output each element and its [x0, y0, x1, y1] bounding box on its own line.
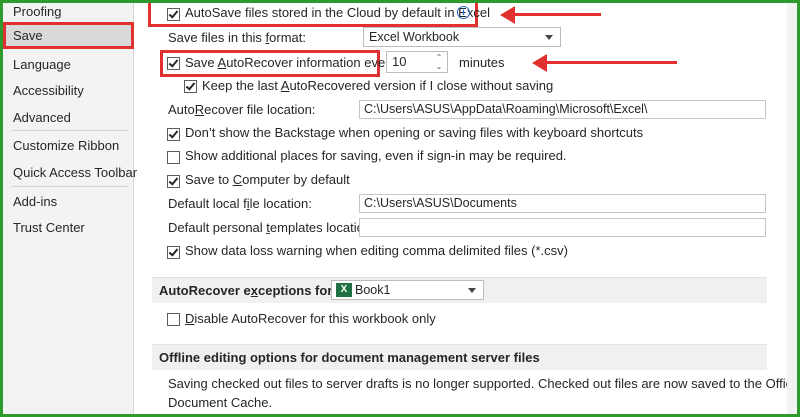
check-icon — [168, 8, 179, 19]
sidebar-item-accessibility[interactable]: Accessibility — [3, 77, 134, 104]
arrow-left-icon — [532, 54, 547, 72]
autorecover-location-label: AutoRecover file location: — [168, 102, 316, 117]
autorecover-every-label: Save AutoRecover information every — [185, 55, 397, 70]
data-loss-warning-checkbox[interactable] — [167, 246, 180, 259]
check-icon — [168, 246, 179, 257]
autorecover-every-checkbox[interactable] — [167, 57, 180, 70]
autorecover-exceptions-label: AutoRecover exceptions for: — [159, 283, 337, 298]
workbook-value: Book1 — [355, 283, 391, 297]
save-format-label: Save files in this format: — [168, 30, 307, 45]
save-to-computer-checkbox[interactable] — [167, 175, 180, 188]
keep-last-version-checkbox[interactable] — [184, 80, 197, 93]
sidebar-item-label: Quick Access Toolbar — [13, 165, 138, 180]
sidebar-item-advanced[interactable]: Advanced — [3, 104, 134, 131]
annotation-arrow-autorecover — [544, 61, 677, 64]
spinner-arrows-icon[interactable]: ⌃ ⌄ — [434, 53, 444, 71]
sidebar-item-label: Customize Ribbon — [13, 138, 120, 153]
autorecover-location-input[interactable]: C:\Users\ASUS\AppData\Roaming\Microsoft\… — [359, 100, 766, 119]
sidebar-item-add-ins[interactable]: Add-ins — [3, 188, 134, 215]
sidebar-divider — [11, 186, 129, 187]
excel-icon: X — [336, 283, 352, 297]
save-to-computer-label: Save to Computer by default — [185, 172, 350, 187]
sidebar-item-label: Accessibility — [13, 83, 84, 98]
dont-show-backstage-checkbox[interactable] — [167, 128, 180, 141]
sidebar-item-trust-center[interactable]: Trust Center — [3, 214, 134, 241]
sidebar-item-customize-ribbon[interactable]: Customize Ribbon — [3, 132, 134, 159]
check-icon — [185, 80, 196, 91]
check-icon — [168, 57, 179, 68]
check-icon — [168, 128, 179, 139]
sidebar-item-language[interactable]: Language — [3, 51, 134, 78]
sidebar-item-label: Save — [13, 28, 43, 43]
minutes-label: minutes — [459, 55, 505, 70]
sidebar-item-label: Language — [13, 57, 71, 72]
dont-show-backstage-label: Don’t show the Backstage when opening or… — [185, 125, 644, 140]
autorecover-minutes-value: 10 — [392, 54, 407, 69]
autosave-cloud-label: AutoSave files stored in the Cloud by de… — [185, 5, 490, 20]
default-local-location-input[interactable]: C:\Users\ASUS\Documents — [359, 194, 766, 213]
sidebar-item-label: Add-ins — [13, 194, 58, 209]
show-additional-places-label: Show additional places for saving, even … — [185, 148, 567, 163]
sidebar-item-label: Advanced — [13, 110, 71, 125]
disable-autorecover-checkbox[interactable] — [167, 313, 180, 326]
sidebar-item-quick-access-toolbar[interactable]: Quick Access Toolbar — [3, 159, 138, 186]
default-local-location-label: Default local file location: — [168, 196, 312, 211]
info-icon[interactable]: i — [457, 6, 470, 19]
chevron-down-icon — [545, 35, 553, 40]
save-options-panel: AutoSave files stored in the Cloud by de… — [134, 0, 800, 414]
arrow-left-icon — [500, 6, 515, 24]
check-icon — [168, 175, 179, 186]
sidebar-item-label: Trust Center — [13, 220, 85, 235]
show-additional-places-checkbox[interactable] — [167, 151, 180, 164]
workbook-select[interactable]: X Book1 — [331, 280, 484, 300]
save-format-select[interactable]: Excel Workbook — [363, 27, 561, 47]
offline-text-line1: Saving checked out files to server draft… — [168, 376, 800, 391]
sidebar-divider — [11, 130, 129, 131]
keep-last-version-label: Keep the last AutoRecovered version if I… — [202, 78, 554, 93]
offline-text-line2: Document Cache. — [168, 395, 273, 410]
vertical-scrollbar[interactable] — [787, 3, 797, 414]
data-loss-warning-label: Show data loss warning when editing comm… — [185, 243, 568, 258]
save-format-value: Excel Workbook — [369, 30, 460, 44]
autosave-cloud-checkbox[interactable] — [167, 8, 180, 21]
default-templates-location-label: Default personal templates location: — [168, 220, 375, 235]
sidebar-item-label: Proofing — [13, 4, 62, 19]
chevron-down-icon — [468, 288, 476, 293]
default-templates-location-input[interactable] — [359, 218, 766, 237]
disable-autorecover-label: Disable AutoRecover for this workbook on… — [185, 311, 436, 326]
sidebar-item-save[interactable]: Save — [3, 22, 134, 49]
options-sidebar: Proofing Save Language Accessibility Adv… — [3, 3, 138, 414]
offline-editing-header: Offline editing options for document man… — [152, 344, 767, 370]
autorecover-minutes-spinner[interactable]: 10 ⌃ ⌄ — [386, 51, 448, 73]
annotation-arrow-autosave — [511, 13, 601, 16]
